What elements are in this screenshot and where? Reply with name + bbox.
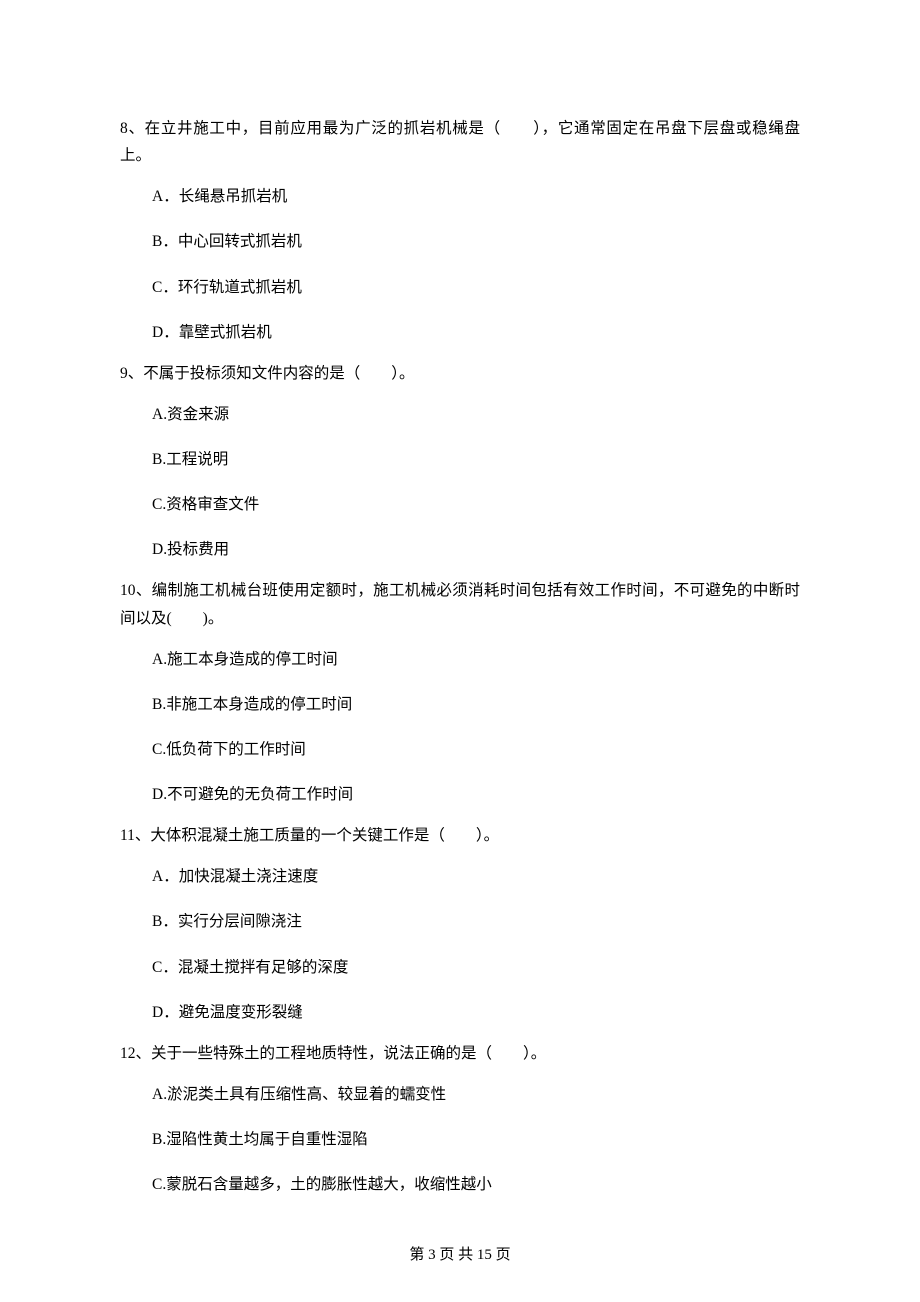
question-8: 8、在立井施工中，目前应用最为广泛的抓岩机械是（ ），它通常固定在吊盘下层盘或稳… xyxy=(120,115,800,346)
option-a: A.资金来源 xyxy=(120,401,800,428)
question-text: 11、大体积混凝土施工质量的一个关键工作是（ ）。 xyxy=(120,822,800,849)
option-d: D．靠壁式抓岩机 xyxy=(120,319,800,346)
question-text: 12、关于一些特殊土的工程地质特性，说法正确的是（ ）。 xyxy=(120,1040,800,1067)
option-d: D．避免温度变形裂缝 xyxy=(120,999,800,1026)
question-text: 8、在立井施工中，目前应用最为广泛的抓岩机械是（ ），它通常固定在吊盘下层盘或稳… xyxy=(120,115,800,169)
option-b: B.工程说明 xyxy=(120,446,800,473)
option-c: C.资格审查文件 xyxy=(120,491,800,518)
option-a: A.施工本身造成的停工时间 xyxy=(120,646,800,673)
question-9: 9、不属于投标须知文件内容的是（ ）。 A.资金来源 B.工程说明 C.资格审查… xyxy=(120,360,800,564)
option-d: D.不可避免的无负荷工作时间 xyxy=(120,781,800,808)
option-b: B.非施工本身造成的停工时间 xyxy=(120,691,800,718)
option-b: B.湿陷性黄土均属于自重性湿陷 xyxy=(120,1126,800,1153)
option-b: B．实行分层间隙浇注 xyxy=(120,908,800,935)
option-b: B．中心回转式抓岩机 xyxy=(120,228,800,255)
option-c: C.低负荷下的工作时间 xyxy=(120,736,800,763)
option-c: C．混凝土搅拌有足够的深度 xyxy=(120,954,800,981)
question-11: 11、大体积混凝土施工质量的一个关键工作是（ ）。 A．加快混凝土浇注速度 B．… xyxy=(120,822,800,1026)
option-a: A．加快混凝土浇注速度 xyxy=(120,863,800,890)
option-d: D.投标费用 xyxy=(120,536,800,563)
option-c: C.蒙脱石含量越多，土的膨胀性越大，收缩性越小 xyxy=(120,1171,800,1198)
question-10: 10、编制施工机械台班使用定额时，施工机械必须消耗时间包括有效工作时间，不可避免… xyxy=(120,577,800,808)
option-a: A．长绳悬吊抓岩机 xyxy=(120,183,800,210)
option-a: A.淤泥类土具有压缩性高、较显着的蠕变性 xyxy=(120,1081,800,1108)
page-footer: 第 3 页 共 15 页 xyxy=(0,1243,920,1264)
page-content: 8、在立井施工中，目前应用最为广泛的抓岩机械是（ ），它通常固定在吊盘下层盘或稳… xyxy=(0,0,920,1198)
question-text: 10、编制施工机械台班使用定额时，施工机械必须消耗时间包括有效工作时间，不可避免… xyxy=(120,577,800,631)
option-c: C．环行轨道式抓岩机 xyxy=(120,274,800,301)
question-12: 12、关于一些特殊土的工程地质特性，说法正确的是（ ）。 A.淤泥类土具有压缩性… xyxy=(120,1040,800,1199)
question-text: 9、不属于投标须知文件内容的是（ ）。 xyxy=(120,360,800,387)
